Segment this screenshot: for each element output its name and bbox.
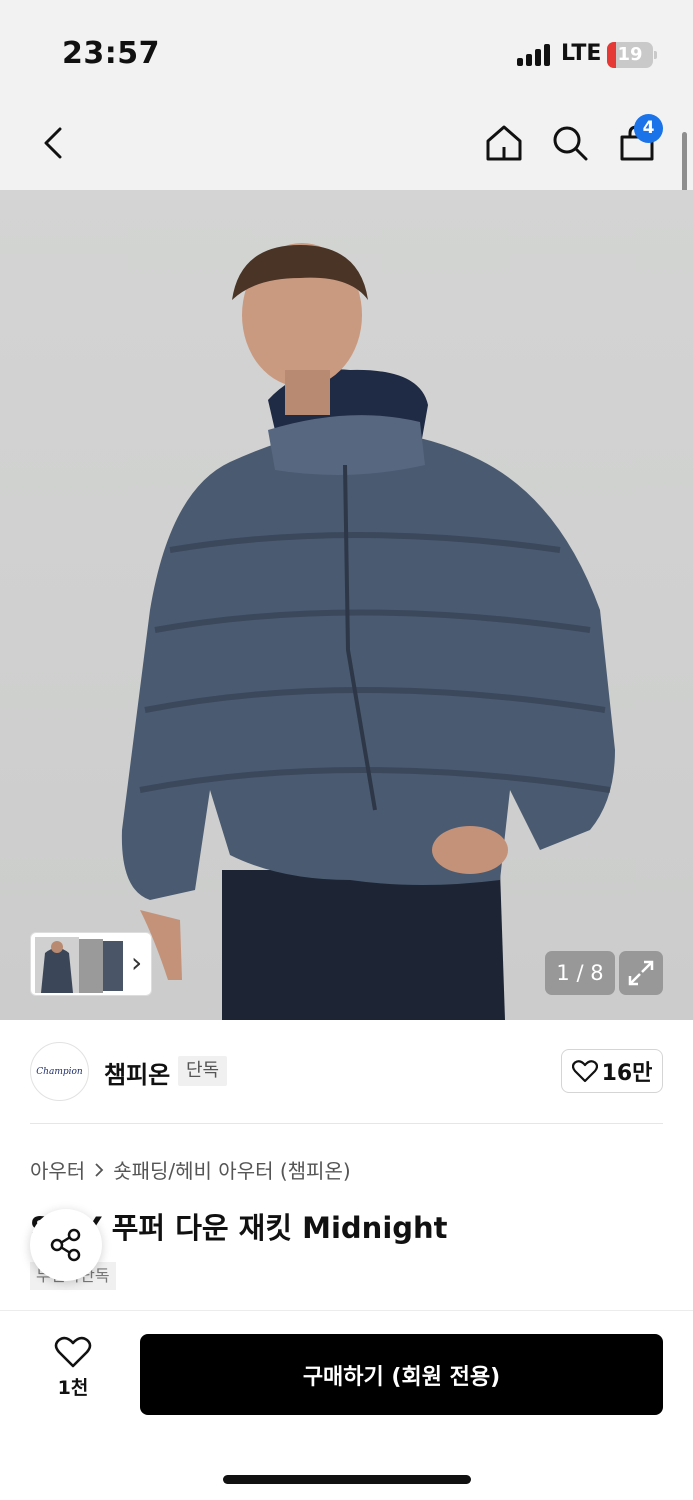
- brand-like-button[interactable]: 16만: [561, 1049, 663, 1093]
- exclusive-tag: 단독: [178, 1056, 228, 1086]
- chevron-right-icon: [95, 1162, 104, 1177]
- wishlist-count: 1천: [57, 1377, 89, 1399]
- breadcrumb-subcategory[interactable]: 숏패딩/헤비 아우터 (챔피온): [113, 1155, 350, 1184]
- brand-logo-text: Champion: [36, 1066, 83, 1077]
- heart-icon: [571, 1060, 598, 1083]
- back-button[interactable]: [28, 118, 78, 168]
- brand-logo[interactable]: Champion: [30, 1042, 89, 1101]
- battery-level: 19: [617, 44, 643, 65]
- status-time: 23:57: [62, 36, 160, 71]
- breadcrumb: 아우터 숏패딩/헤비 아우터 (챔피온): [30, 1155, 351, 1184]
- signal-icon: [517, 44, 553, 66]
- top-nav: [0, 100, 693, 190]
- network-label: LTE: [561, 41, 602, 66]
- expand-button[interactable]: [619, 951, 663, 995]
- share-button[interactable]: [30, 1209, 102, 1281]
- cart-badge: 4: [634, 114, 663, 143]
- home-indicator[interactable]: [223, 1475, 471, 1484]
- product-photo: [121, 243, 615, 1020]
- expand-icon: [628, 960, 654, 986]
- thumbnail-strip[interactable]: ›: [30, 932, 152, 996]
- brand-name[interactable]: 챔피온: [104, 1055, 170, 1090]
- thumbnail-next-arrow[interactable]: ›: [131, 945, 142, 981]
- home-button[interactable]: [479, 118, 529, 168]
- buy-button[interactable]: 구매하기 (회원 전용): [140, 1334, 663, 1415]
- divider: [30, 1123, 663, 1124]
- brand-like-count: 16만: [601, 1061, 653, 1086]
- home-icon: [486, 125, 522, 161]
- search-icon: [553, 126, 588, 161]
- image-counter: 1 / 8: [545, 951, 615, 995]
- status-bar: 23:57 LTE 19: [0, 0, 693, 100]
- share-icon: [50, 1228, 81, 1262]
- search-button[interactable]: [545, 118, 595, 168]
- product-image[interactable]: [0, 190, 693, 1020]
- breadcrumb-category[interactable]: 아우터: [30, 1155, 85, 1184]
- wishlist-button[interactable]: 1천: [40, 1335, 106, 1415]
- chevron-left-icon: [44, 127, 62, 159]
- battery-icon: 19: [607, 42, 657, 68]
- heart-icon: [54, 1336, 92, 1368]
